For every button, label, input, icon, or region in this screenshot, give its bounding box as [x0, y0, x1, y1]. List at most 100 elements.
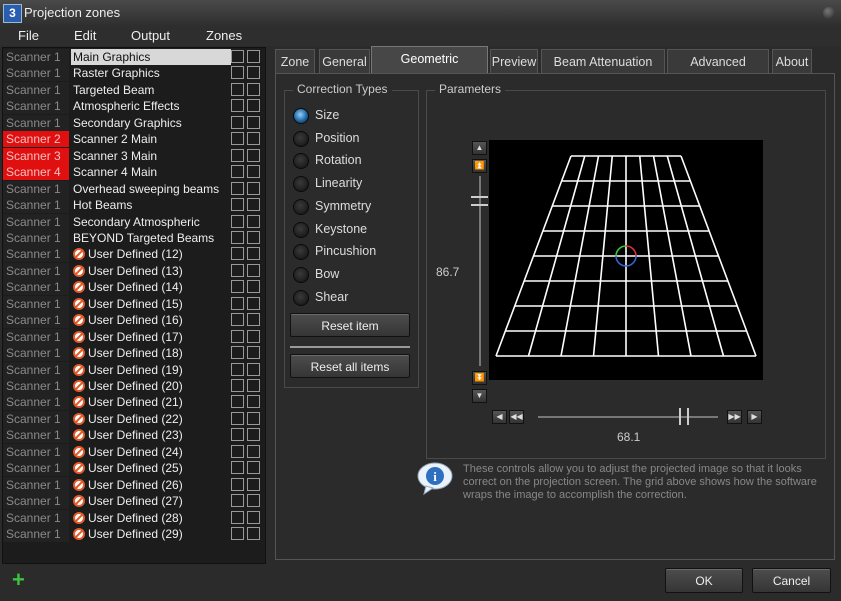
secondary-checkbox[interactable]: [247, 247, 260, 261]
zone-name-cell[interactable]: User Defined (18): [71, 345, 231, 361]
scanner-cell[interactable]: Scanner 1: [3, 427, 69, 444]
zone-name-cell[interactable]: Main Graphics: [71, 49, 231, 65]
scanner-cell[interactable]: Scanner 1: [3, 197, 69, 214]
enable-checkbox[interactable]: [231, 527, 244, 541]
zone-row[interactable]: Scanner 1 User Defined (16): [3, 312, 265, 329]
enable-checkbox[interactable]: [231, 181, 244, 195]
enable-checkbox[interactable]: [231, 444, 244, 458]
radio-button[interactable]: [293, 198, 309, 215]
zone-row[interactable]: Scanner 1 User Defined (26): [3, 476, 265, 493]
zone-row[interactable]: Scanner 1 Overhead sweeping beams: [3, 180, 265, 197]
correction-type-linearity[interactable]: Linearity: [293, 175, 408, 193]
ok-button[interactable]: OK: [665, 568, 743, 593]
secondary-checkbox[interactable]: [247, 132, 260, 146]
zone-row[interactable]: Scanner 1 User Defined (14): [3, 279, 265, 296]
slider-up-icon[interactable]: ▲: [472, 141, 487, 155]
radio-button[interactable]: [293, 108, 309, 124]
scanner-cell[interactable]: Scanner 1: [3, 246, 69, 263]
tab-zone[interactable]: Zone: [275, 49, 315, 73]
zone-name-cell[interactable]: User Defined (14): [71, 279, 231, 295]
slider-down-icon[interactable]: ▼: [472, 389, 487, 403]
secondary-checkbox[interactable]: [247, 263, 260, 277]
correction-type-symmetry[interactable]: Symmetry: [293, 198, 408, 216]
enable-checkbox[interactable]: [231, 296, 244, 310]
zone-row[interactable]: Scanner 1 User Defined (12): [3, 246, 265, 263]
zone-row[interactable]: Scanner 1 Main Graphics: [3, 49, 265, 65]
enable-checkbox[interactable]: [231, 66, 244, 80]
scanner-cell[interactable]: Scanner 1: [3, 213, 69, 230]
secondary-checkbox[interactable]: [247, 230, 260, 244]
zone-row[interactable]: Scanner 1 Hot Beams: [3, 197, 265, 214]
secondary-checkbox[interactable]: [247, 461, 260, 475]
zone-name-cell[interactable]: User Defined (20): [71, 378, 231, 394]
correction-type-position[interactable]: Position: [293, 130, 408, 148]
scanner-cell[interactable]: Scanner 3: [3, 147, 69, 164]
scanner-cell[interactable]: Scanner 1: [3, 526, 69, 543]
zone-name-cell[interactable]: Hot Beams: [71, 197, 231, 213]
scanner-cell[interactable]: Scanner 1: [3, 345, 69, 362]
reset-item-button[interactable]: Reset item: [290, 313, 410, 337]
zone-name-cell[interactable]: BEYOND Targeted Beams: [71, 230, 231, 246]
secondary-checkbox[interactable]: [247, 428, 260, 442]
zone-row[interactable]: Scanner 1 User Defined (13): [3, 262, 265, 279]
zone-row[interactable]: Scanner 3 Scanner 3 Main: [3, 147, 265, 164]
zone-name-cell[interactable]: Scanner 3 Main: [71, 148, 231, 164]
zone-row[interactable]: Scanner 1 User Defined (18): [3, 345, 265, 362]
scanner-cell[interactable]: Scanner 1: [3, 229, 69, 246]
secondary-checkbox[interactable]: [247, 494, 260, 508]
secondary-checkbox[interactable]: [247, 527, 260, 541]
enable-checkbox[interactable]: [231, 477, 244, 491]
secondary-checkbox[interactable]: [247, 362, 260, 376]
zone-name-cell[interactable]: User Defined (29): [71, 526, 231, 542]
enable-checkbox[interactable]: [231, 461, 244, 475]
scanner-cell[interactable]: Scanner 1: [3, 394, 69, 411]
close-icon[interactable]: [823, 7, 835, 19]
enable-checkbox[interactable]: [231, 379, 244, 392]
zone-row[interactable]: Scanner 1 User Defined (22): [3, 410, 265, 427]
zone-row[interactable]: Scanner 1 User Defined (25): [3, 460, 265, 477]
secondary-checkbox[interactable]: [247, 214, 260, 228]
zone-name-cell[interactable]: Raster Graphics: [71, 65, 231, 81]
scanner-cell[interactable]: Scanner 1: [3, 295, 69, 312]
enable-checkbox[interactable]: [231, 198, 244, 212]
zone-row[interactable]: Scanner 1 BEYOND Targeted Beams: [3, 229, 265, 246]
radio-button[interactable]: [293, 176, 309, 193]
radio-button[interactable]: [293, 221, 309, 238]
tab-preview[interactable]: Preview: [490, 49, 538, 73]
slider-bottom-icon[interactable]: ⏬: [472, 371, 487, 385]
enable-checkbox[interactable]: [231, 263, 244, 277]
zone-name-cell[interactable]: User Defined (25): [71, 460, 231, 476]
secondary-checkbox[interactable]: [247, 313, 260, 327]
scanner-cell[interactable]: Scanner 2: [3, 131, 69, 148]
slider-leftmost-icon[interactable]: ◀◀: [509, 410, 524, 424]
radio-button[interactable]: [293, 153, 309, 170]
scanner-cell[interactable]: Scanner 1: [3, 361, 69, 378]
menu-output[interactable]: Output: [131, 28, 170, 43]
scanner-cell[interactable]: Scanner 1: [3, 410, 69, 427]
secondary-checkbox[interactable]: [247, 444, 260, 458]
secondary-checkbox[interactable]: [247, 82, 260, 96]
enable-checkbox[interactable]: [231, 99, 244, 113]
slider-rightmost-icon[interactable]: ▶▶: [727, 410, 742, 424]
zone-row[interactable]: Scanner 1 User Defined (20): [3, 378, 265, 394]
secondary-checkbox[interactable]: [247, 181, 260, 195]
correction-type-pincushion[interactable]: Pincushion: [293, 243, 408, 261]
menu-zones[interactable]: Zones: [206, 28, 242, 43]
scanner-cell[interactable]: Scanner 1: [3, 98, 69, 115]
zone-row[interactable]: Scanner 1 User Defined (23): [3, 427, 265, 444]
zone-name-cell[interactable]: Scanner 4 Main: [71, 164, 231, 180]
zone-row[interactable]: Scanner 1 User Defined (15): [3, 295, 265, 312]
secondary-checkbox[interactable]: [247, 99, 260, 113]
enable-checkbox[interactable]: [231, 313, 244, 327]
zone-name-cell[interactable]: User Defined (22): [71, 411, 231, 427]
enable-checkbox[interactable]: [231, 214, 244, 228]
enable-checkbox[interactable]: [231, 50, 244, 63]
enable-checkbox[interactable]: [231, 230, 244, 244]
enable-checkbox[interactable]: [231, 148, 244, 162]
zone-row[interactable]: Scanner 4 Scanner 4 Main: [3, 164, 265, 181]
secondary-checkbox[interactable]: [247, 280, 260, 294]
scanner-cell[interactable]: Scanner 1: [3, 378, 69, 394]
zone-name-cell[interactable]: Targeted Beam: [71, 82, 231, 98]
slider-left-icon[interactable]: ◀: [492, 410, 507, 424]
scanner-cell[interactable]: Scanner 1: [3, 81, 69, 98]
